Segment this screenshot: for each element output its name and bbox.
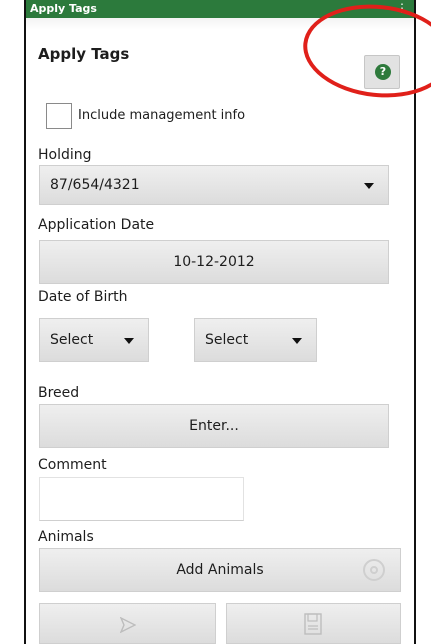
application-date-button[interactable]: 10-12-2012	[39, 240, 389, 284]
breed-enter-button[interactable]: Enter...	[39, 404, 389, 448]
target-icon	[363, 559, 385, 581]
save-button[interactable]	[226, 603, 401, 644]
comment-input[interactable]	[39, 477, 244, 521]
send-icon	[120, 617, 136, 633]
add-animals-label: Add Animals	[176, 562, 264, 578]
comment-label: Comment	[38, 457, 107, 473]
holding-select[interactable]: 87/654/4321	[39, 165, 389, 205]
application-date-value: 10-12-2012	[173, 254, 255, 270]
application-date-label: Application Date	[38, 217, 155, 233]
chevron-down-icon	[124, 338, 134, 344]
app-title: Apply Tags	[30, 2, 97, 15]
holding-value: 87/654/4321	[50, 177, 140, 193]
date-of-birth-label: Date of Birth	[38, 289, 128, 305]
chevron-down-icon	[364, 183, 374, 189]
dob-year-value: Select	[205, 332, 249, 348]
management-label: Include management info	[78, 108, 246, 123]
app-window: Apply Tags ⋮ Apply Tags ? Include manage…	[24, 0, 416, 644]
management-checkbox[interactable]	[46, 103, 72, 129]
dob-month-select[interactable]: Select	[39, 318, 149, 362]
add-animals-button[interactable]: Add Animals	[39, 548, 401, 592]
send-button[interactable]	[39, 603, 216, 644]
holding-label: Holding	[38, 147, 92, 163]
dob-month-value: Select	[50, 332, 94, 348]
breed-label: Breed	[38, 385, 80, 401]
breed-button-label: Enter...	[189, 418, 239, 434]
save-icon	[304, 613, 322, 635]
animals-label: Animals	[38, 529, 94, 545]
dob-year-select[interactable]: Select	[194, 318, 317, 362]
page-title: Apply Tags	[38, 45, 130, 63]
chevron-down-icon	[292, 338, 302, 344]
